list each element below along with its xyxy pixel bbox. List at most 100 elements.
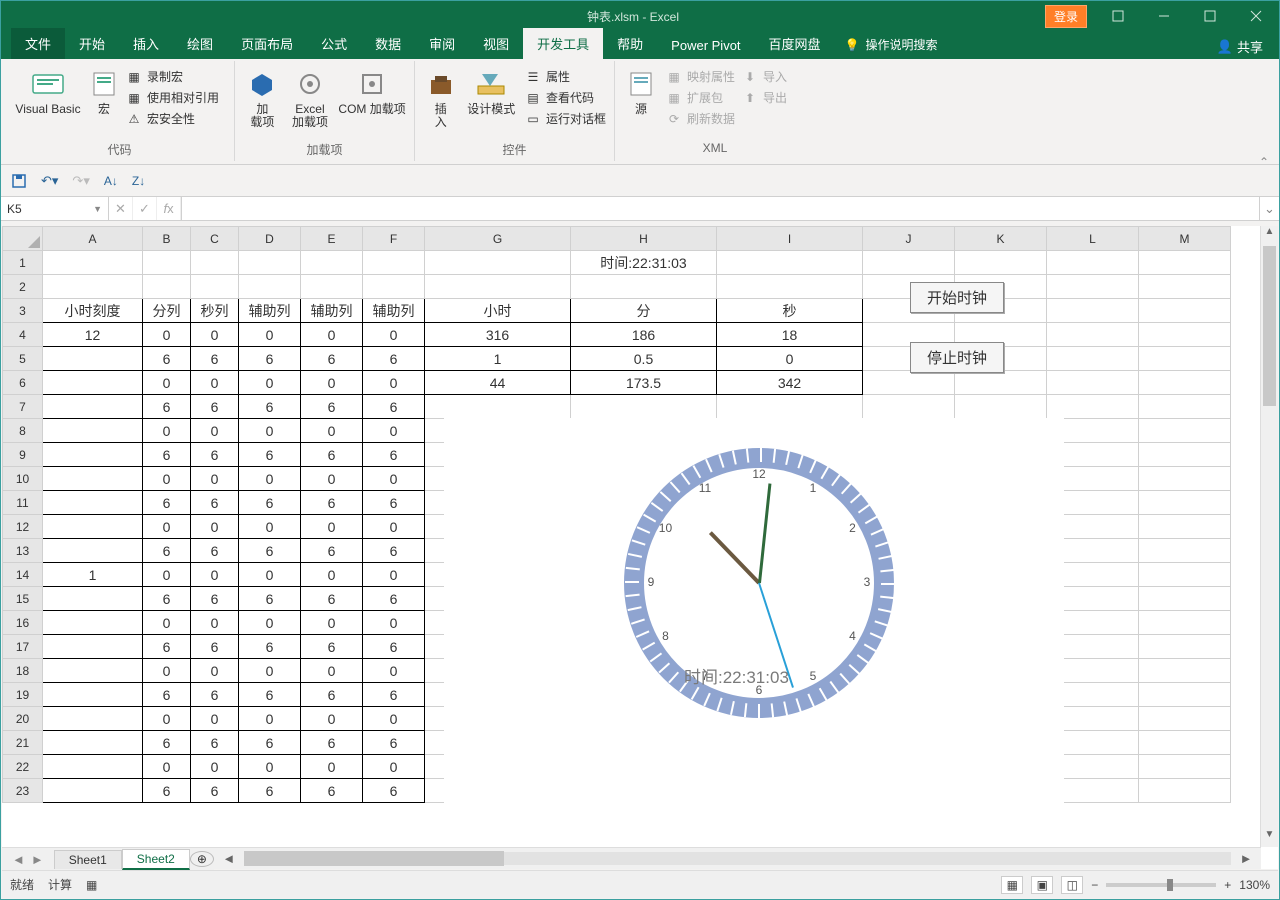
cell-F18[interactable]: 0	[363, 659, 425, 683]
cell-E9[interactable]: 6	[301, 443, 363, 467]
cell-A9[interactable]	[43, 443, 143, 467]
cell-A14[interactable]: 1	[43, 563, 143, 587]
row-header-22[interactable]: 22	[3, 755, 43, 779]
cell-E21[interactable]: 6	[301, 731, 363, 755]
cell-E18[interactable]: 0	[301, 659, 363, 683]
row-header-14[interactable]: 14	[3, 563, 43, 587]
cell-E16[interactable]: 0	[301, 611, 363, 635]
cell-M11[interactable]	[1139, 491, 1231, 515]
cell-B1[interactable]	[143, 251, 191, 275]
xml-source-button[interactable]: 源	[621, 63, 661, 116]
row-header-12[interactable]: 12	[3, 515, 43, 539]
zoom-out-icon[interactable]: −	[1091, 878, 1098, 892]
cell-F10[interactable]: 0	[363, 467, 425, 491]
cell-C6[interactable]: 0	[191, 371, 239, 395]
cell-H7[interactable]	[571, 395, 717, 419]
cell-M7[interactable]	[1139, 395, 1231, 419]
row-header-15[interactable]: 15	[3, 587, 43, 611]
cell-B14[interactable]: 0	[143, 563, 191, 587]
tab-file[interactable]: 文件	[11, 28, 65, 59]
row-header-13[interactable]: 13	[3, 539, 43, 563]
cell-C19[interactable]: 6	[191, 683, 239, 707]
cell-M12[interactable]	[1139, 515, 1231, 539]
cell-B8[interactable]: 0	[143, 419, 191, 443]
view-code-button[interactable]: ▤查看代码	[522, 88, 608, 107]
cell-A11[interactable]	[43, 491, 143, 515]
cell-D20[interactable]: 0	[239, 707, 301, 731]
cell-A12[interactable]	[43, 515, 143, 539]
cell-M14[interactable]	[1139, 563, 1231, 587]
macro-record-status-icon[interactable]: ▦	[86, 878, 97, 892]
cell-M21[interactable]	[1139, 731, 1231, 755]
fx-icon[interactable]: fx	[157, 197, 181, 220]
cell-C18[interactable]: 0	[191, 659, 239, 683]
tab-data[interactable]: 数据	[361, 28, 415, 59]
cell-E12[interactable]: 0	[301, 515, 363, 539]
cell-D5[interactable]: 6	[239, 347, 301, 371]
col-header-B[interactable]: B	[143, 227, 191, 251]
cell-D22[interactable]: 0	[239, 755, 301, 779]
scroll-up-icon[interactable]: ▲	[1261, 226, 1278, 244]
cell-M15[interactable]	[1139, 587, 1231, 611]
select-all-cell[interactable]	[3, 227, 43, 251]
cell-B9[interactable]: 6	[143, 443, 191, 467]
tab-insert[interactable]: 插入	[119, 28, 173, 59]
col-header-H[interactable]: H	[571, 227, 717, 251]
col-header-G[interactable]: G	[425, 227, 571, 251]
cell-I4[interactable]: 18	[717, 323, 863, 347]
cell-G5[interactable]: 1	[425, 347, 571, 371]
page-layout-view-icon[interactable]: ▣	[1031, 876, 1053, 894]
cell-M19[interactable]	[1139, 683, 1231, 707]
tab-layout[interactable]: 页面布局	[227, 28, 307, 59]
share-button[interactable]: 👤共享	[1217, 37, 1263, 56]
cell-J7[interactable]	[863, 395, 955, 419]
cell-H1[interactable]: 时间:22:31:03	[571, 251, 717, 275]
cell-F12[interactable]: 0	[363, 515, 425, 539]
cell-A17[interactable]	[43, 635, 143, 659]
row-header-9[interactable]: 9	[3, 443, 43, 467]
properties-button[interactable]: ☰属性	[522, 67, 608, 86]
cell-D11[interactable]: 6	[239, 491, 301, 515]
cell-B18[interactable]: 0	[143, 659, 191, 683]
cell-A13[interactable]	[43, 539, 143, 563]
cell-D9[interactable]: 6	[239, 443, 301, 467]
cell-C5[interactable]: 6	[191, 347, 239, 371]
cell-E6[interactable]: 0	[301, 371, 363, 395]
cell-I5[interactable]: 0	[717, 347, 863, 371]
use-relative-button[interactable]: ▦使用相对引用	[123, 88, 221, 107]
cell-D10[interactable]: 0	[239, 467, 301, 491]
scroll-down-icon[interactable]: ▼	[1261, 829, 1278, 847]
cell-E13[interactable]: 6	[301, 539, 363, 563]
insert-control-button[interactable]: 插 入	[421, 63, 461, 129]
cell-E7[interactable]: 6	[301, 395, 363, 419]
cell-L4[interactable]	[1047, 323, 1139, 347]
excel-addins-button[interactable]: Excel 加载项	[286, 63, 335, 129]
cell-D18[interactable]: 0	[239, 659, 301, 683]
sort-asc-icon[interactable]: A↓	[104, 174, 118, 188]
cell-E23[interactable]: 6	[301, 779, 363, 803]
record-macro-button[interactable]: ▦录制宏	[123, 67, 221, 86]
cell-E4[interactable]: 0	[301, 323, 363, 347]
cell-C17[interactable]: 6	[191, 635, 239, 659]
cell-D16[interactable]: 0	[239, 611, 301, 635]
cell-L2[interactable]	[1047, 275, 1139, 299]
tell-me-search[interactable]: 💡 操作说明搜索	[835, 30, 948, 59]
cell-A18[interactable]	[43, 659, 143, 683]
row-header-17[interactable]: 17	[3, 635, 43, 659]
cell-M16[interactable]	[1139, 611, 1231, 635]
enter-formula-icon[interactable]: ✓	[133, 197, 157, 220]
col-header-F[interactable]: F	[363, 227, 425, 251]
row-header-19[interactable]: 19	[3, 683, 43, 707]
cell-A15[interactable]	[43, 587, 143, 611]
cell-A6[interactable]	[43, 371, 143, 395]
cell-C22[interactable]: 0	[191, 755, 239, 779]
cell-A16[interactable]	[43, 611, 143, 635]
maximize-icon[interactable]	[1187, 1, 1233, 31]
cell-F2[interactable]	[363, 275, 425, 299]
cell-F6[interactable]: 0	[363, 371, 425, 395]
cell-L6[interactable]	[1047, 371, 1139, 395]
row-header-23[interactable]: 23	[3, 779, 43, 803]
com-addins-button[interactable]: COM 加载项	[336, 63, 408, 116]
cell-C11[interactable]: 6	[191, 491, 239, 515]
cell-H5[interactable]: 0.5	[571, 347, 717, 371]
